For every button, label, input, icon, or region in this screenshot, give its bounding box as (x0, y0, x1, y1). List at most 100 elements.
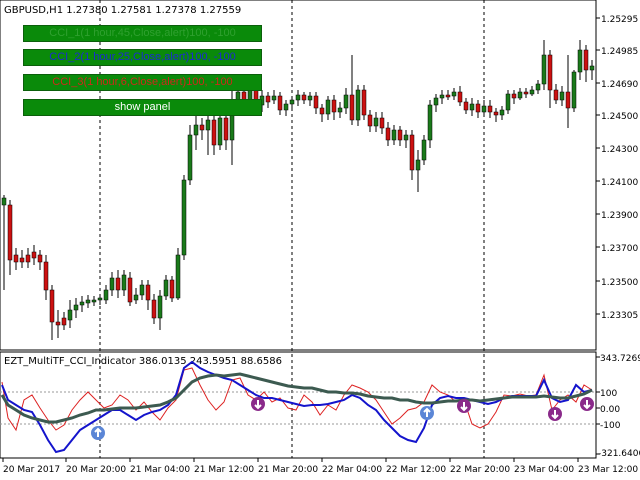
price-label: 1.25295 (601, 15, 638, 25)
candle-body (31, 251, 37, 259)
candle-body (319, 107, 325, 115)
candle-body (85, 299, 91, 304)
candle-body (475, 103, 481, 113)
main-chart-header: GBPUSD,H1 1.27380 1.27581 1.27378 1.2755… (4, 5, 241, 16)
price-label: 1.24690 (601, 80, 638, 90)
candle-body (391, 129, 397, 141)
candle-body (127, 277, 133, 303)
candle-body (589, 65, 595, 71)
candle-body (55, 321, 61, 326)
candle-body (289, 99, 295, 105)
candle-body (103, 289, 109, 301)
show-panel-label: show panel (114, 101, 171, 113)
candle-body (121, 274, 127, 291)
candle-body (355, 89, 361, 121)
cci1-toggle-button[interactable]: CCI_1(1 hour,45,Close,alert)100, -100 (23, 25, 262, 42)
candle-body (25, 254, 31, 263)
candle-body (577, 49, 583, 73)
candle-body (445, 94, 451, 98)
candle-body (313, 95, 319, 109)
cci-scale-100: 100 (600, 389, 617, 399)
candle-body (139, 284, 145, 296)
candle-body (565, 91, 571, 109)
candle-body (97, 297, 103, 301)
chart-canvas[interactable]: GBPUSD,H1 1.27380 1.27581 1.27378 1.2755… (0, 0, 640, 480)
candle-body (217, 117, 223, 146)
candle-body (361, 89, 367, 116)
candle-body (43, 261, 49, 291)
candle-body (307, 95, 313, 101)
candle-body (211, 119, 217, 146)
candle-body (523, 91, 529, 95)
candle-body (349, 94, 355, 121)
candle-body (439, 94, 445, 99)
candle-body (265, 95, 271, 103)
price-label: 1.24100 (601, 178, 638, 188)
candle-body (163, 279, 169, 297)
candle-body (427, 104, 433, 141)
candle-body (271, 95, 277, 101)
cci2-toggle-button[interactable]: CCI_2(1 hour,25,Close,alert)100, -100 (23, 49, 262, 66)
cci3-toggle-button[interactable]: CCI_3(1 hour,6,Close,alert)100, -100 (23, 74, 262, 91)
candle-body (451, 91, 457, 97)
price-label: 1.23700 (601, 244, 638, 254)
candle-body (67, 309, 73, 321)
sell-arrow-icon (251, 397, 265, 411)
time-label: 23 Mar 04:00 (514, 465, 574, 475)
candle-body (109, 277, 115, 291)
candle-body (469, 103, 475, 111)
candle-body (193, 124, 199, 136)
candle-body (91, 299, 97, 303)
sell-arrow-icon (548, 407, 562, 421)
candle-body (7, 204, 13, 261)
candle-body (181, 179, 187, 256)
candle-body (541, 54, 547, 85)
candle-body (481, 105, 487, 113)
cci3-label: CCI_3(1 hour,6,Close,alert)100, -100 (52, 76, 233, 88)
candle-body (49, 289, 55, 323)
buy-arrow-icon (420, 406, 434, 420)
candle-body (367, 114, 373, 127)
candle-body (325, 99, 331, 115)
candle-body (559, 91, 565, 101)
time-label: 21 Mar 04:00 (130, 465, 190, 475)
time-label: 20 Mar 2017 (3, 465, 60, 475)
candle-body (493, 111, 499, 116)
time-label: 22 Mar 04:00 (322, 465, 382, 475)
sell-arrow-icon (580, 397, 594, 411)
price-label: 1.24500 (601, 112, 638, 122)
candle-body (337, 107, 343, 113)
price-axis: 1.25295 1.24985 1.24690 1.24500 1.24300 1.241… (596, 15, 638, 321)
time-label: 22 Mar 12:00 (386, 465, 446, 475)
candle-body (535, 83, 541, 91)
candle-body (205, 119, 211, 131)
candle-body (487, 105, 493, 113)
time-label: 23 Mar 12:00 (578, 465, 638, 475)
candle-body (529, 89, 535, 95)
price-label: 1.23500 (601, 278, 638, 288)
candle-body (463, 101, 469, 111)
candle-body (517, 91, 523, 99)
cci-scale-max: 343.7269 (600, 354, 640, 364)
cci-scale-min: -321.6406 (598, 449, 640, 459)
candle-body (73, 304, 79, 311)
candle-body (295, 94, 301, 101)
cci2-label: CCI_2(1 hour,25,Close,alert)100, -100 (49, 51, 236, 63)
indicator-header: EZT_MultiTF_CCI_Indicator 386.0135 243.5… (4, 356, 282, 367)
candle-body (421, 139, 427, 161)
candle-body (433, 97, 439, 106)
sell-arrow-icon (457, 399, 471, 413)
candle-body (169, 279, 175, 299)
candle-body (37, 254, 43, 263)
cci-scale-zero: 0.00 (600, 405, 620, 415)
buy-arrow-icon (91, 426, 105, 440)
indicator-scale: 343.7269 100 0.00 -100 -321.6406 (596, 354, 640, 459)
candle-body (187, 134, 193, 181)
candle-body (511, 93, 517, 99)
time-label: 21 Mar 20:00 (258, 465, 318, 475)
price-label: 1.23900 (601, 211, 638, 221)
candle-body (283, 103, 289, 111)
candle-body (373, 117, 379, 127)
show-panel-button[interactable]: show panel (23, 99, 262, 116)
cci1-label: CCI_1(1 hour,45,Close,alert)100, -100 (49, 27, 236, 39)
